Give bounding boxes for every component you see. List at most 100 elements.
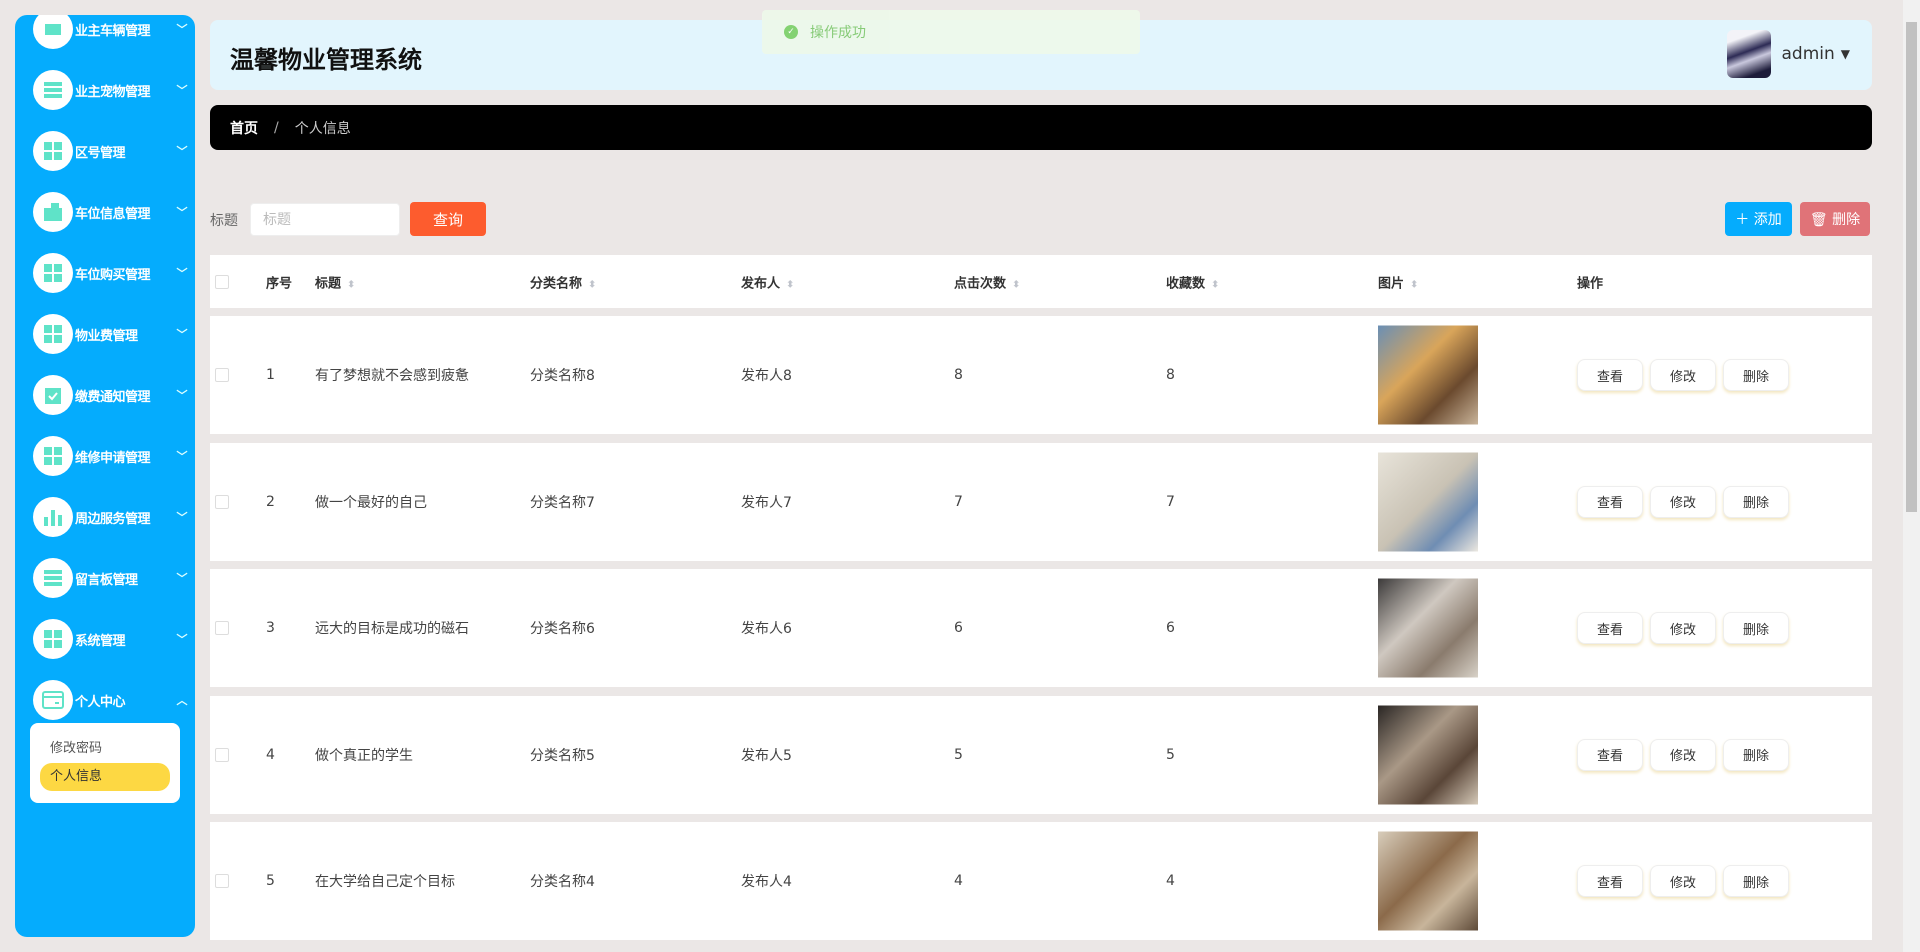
sidebar: 修改密码 个人信息 业主车辆管理 ﹀ 业主宠物管理 ﹀ 区号管理 ﹀ 车位信息管理 ﹀ 车位购买… (15, 15, 195, 937)
cell-4: 5 (954, 746, 963, 763)
cell-2: 分类名称5 (530, 747, 595, 764)
sidebar-item-8[interactable]: 维修申请管理 ﹀ (33, 434, 193, 478)
sidebar-item-9[interactable]: 周边服务管理 ﹀ (33, 495, 193, 539)
row-checkbox[interactable] (215, 621, 229, 635)
column-header[interactable]: 标题 ⬍ (315, 272, 355, 291)
delete-label: 删除 (1832, 212, 1861, 228)
edit-button[interactable]: 修改 (1650, 738, 1716, 771)
sidebar-item-4[interactable]: 车位信息管理 ﹀ (33, 190, 193, 234)
row-image[interactable] (1378, 831, 1478, 931)
cell-0: 3 (266, 620, 275, 636)
check-circle-icon: ✓ (784, 25, 798, 39)
cell-0: 1 (266, 367, 275, 383)
list-icon (33, 558, 73, 598)
sidebar-item-2[interactable]: 业主宠物管理 ﹀ (33, 68, 193, 112)
column-header-label: 图片 (1378, 276, 1405, 291)
delete-button[interactable]: 删除 (1723, 865, 1789, 897)
avatar (1727, 30, 1772, 78)
cell-1: 在大学给自己定个目标 (315, 874, 455, 890)
view-button[interactable]: 查看 (1577, 485, 1643, 518)
grid-icon (33, 436, 73, 476)
cell-5: 4 (1166, 873, 1175, 889)
add-label: 添加 (1753, 212, 1782, 228)
sidebar-item-7[interactable]: 缴费通知管理 ﹀ (33, 373, 193, 417)
sort-icon[interactable]: ⬍ (786, 279, 794, 290)
sort-icon[interactable]: ⬍ (1211, 279, 1219, 290)
cell-0: 4 (266, 746, 275, 763)
view-button[interactable]: 查看 (1577, 359, 1643, 391)
table-row: 5 在大学给自己定个目标 分类名称4 发布人4 4 4 查看 修改 删除 (210, 822, 1872, 940)
submenu-item-change-password[interactable]: 修改密码 (40, 735, 170, 763)
column-header[interactable]: 点击次数 ⬍ (954, 272, 1020, 291)
sidebar-item-label: 物业费管理 (75, 328, 138, 344)
row-image[interactable] (1378, 578, 1478, 678)
cell-4: 6 (954, 620, 963, 636)
sidebar-item-11[interactable]: 系统管理 ﹀ (33, 617, 193, 661)
submenu-item-personal-info[interactable]: 个人信息 (40, 763, 170, 791)
row-checkbox[interactable] (215, 874, 229, 888)
column-header: 操作 (1577, 272, 1603, 291)
sidebar-item-label: 车位信息管理 (75, 206, 151, 222)
row-image[interactable] (1378, 452, 1478, 551)
column-header[interactable]: 发布人 ⬍ (741, 272, 794, 291)
sidebar-item-6[interactable]: 物业费管理 ﹀ (33, 312, 193, 356)
edit-button[interactable]: 修改 (1650, 359, 1716, 391)
edit-button[interactable]: 修改 (1650, 485, 1716, 518)
view-button[interactable]: 查看 (1577, 738, 1643, 771)
edit-button[interactable]: 修改 (1650, 865, 1716, 897)
column-header: 序号 (266, 272, 292, 291)
delete-button[interactable]: 删除 (1723, 485, 1789, 518)
sidebar-item-label: 业主宠物管理 (75, 84, 151, 100)
success-toast: ✓ 操作成功 (762, 10, 1140, 54)
row-image[interactable] (1378, 325, 1478, 425)
list-icon (33, 70, 73, 110)
chevron-down-icon: ﹀ (176, 389, 188, 402)
cell-3: 发布人8 (741, 368, 792, 384)
username: admin (1781, 44, 1835, 64)
view-button[interactable]: 查看 (1577, 612, 1643, 644)
plus-icon: ＋ (1735, 212, 1750, 228)
select-all-checkbox[interactable] (215, 274, 229, 289)
row-checkbox[interactable] (215, 368, 229, 382)
cell-1: 有了梦想就不会感到疲惫 (315, 368, 469, 384)
sort-icon[interactable]: ⬍ (1012, 279, 1020, 290)
cell-2: 分类名称6 (530, 621, 595, 637)
sidebar-item-label: 周边服务管理 (75, 511, 151, 527)
delete-button[interactable]: 删除 (1723, 738, 1789, 771)
title-search-input[interactable] (250, 203, 400, 236)
cell-2: 分类名称7 (530, 494, 595, 511)
sidebar-item-10[interactable]: 留言板管理 ﹀ (33, 556, 193, 600)
cell-1: 远大的目标是成功的磁石 (315, 621, 469, 637)
column-header[interactable]: 图片 ⬍ (1378, 272, 1418, 291)
breadcrumb-home[interactable]: 首页 (230, 118, 258, 138)
scrollbar-thumb[interactable] (1906, 22, 1917, 512)
chevron-down-icon: ﹀ (176, 328, 188, 341)
sidebar-item-12[interactable]: 个人中心 ︿ (33, 678, 193, 722)
user-menu[interactable]: admin ▼ (1727, 30, 1850, 78)
view-button[interactable]: 查看 (1577, 865, 1643, 897)
sidebar-item-1[interactable]: 业主车辆管理 ﹀ (33, 15, 193, 51)
sort-icon[interactable]: ⬍ (1410, 279, 1418, 290)
table-row: 4 做个真正的学生 分类名称5 发布人5 5 5 查看 修改 删除 (210, 695, 1872, 814)
sidebar-item-5[interactable]: 车位购买管理 ﹀ (33, 251, 193, 295)
column-header[interactable]: 收藏数 ⬍ (1166, 272, 1219, 291)
edit-button[interactable]: 修改 (1650, 612, 1716, 644)
row-checkbox[interactable] (215, 747, 229, 762)
table-row: 2 做一个最好的自己 分类名称7 发布人7 7 7 查看 修改 删除 (210, 442, 1872, 561)
row-image[interactable] (1378, 705, 1478, 804)
grid-icon (33, 131, 73, 171)
scrollbar[interactable] (1903, 0, 1920, 952)
query-button[interactable]: 查询 (410, 202, 486, 236)
sort-icon[interactable]: ⬍ (588, 279, 596, 290)
row-checkbox[interactable] (215, 494, 229, 509)
sort-icon[interactable]: ⬍ (347, 279, 355, 290)
delete-button[interactable]: 删除 (1723, 612, 1789, 644)
chevron-down-icon: ﹀ (176, 206, 188, 219)
column-header-label: 收藏数 (1166, 276, 1206, 291)
batch-delete-button[interactable]: 🗑 删除 (1800, 202, 1870, 236)
sidebar-item-label: 区号管理 (75, 145, 126, 161)
sidebar-item-3[interactable]: 区号管理 ﹀ (33, 129, 193, 173)
column-header[interactable]: 分类名称 ⬍ (530, 272, 596, 291)
add-button[interactable]: ＋ 添加 (1725, 202, 1792, 236)
delete-button[interactable]: 删除 (1723, 359, 1789, 391)
